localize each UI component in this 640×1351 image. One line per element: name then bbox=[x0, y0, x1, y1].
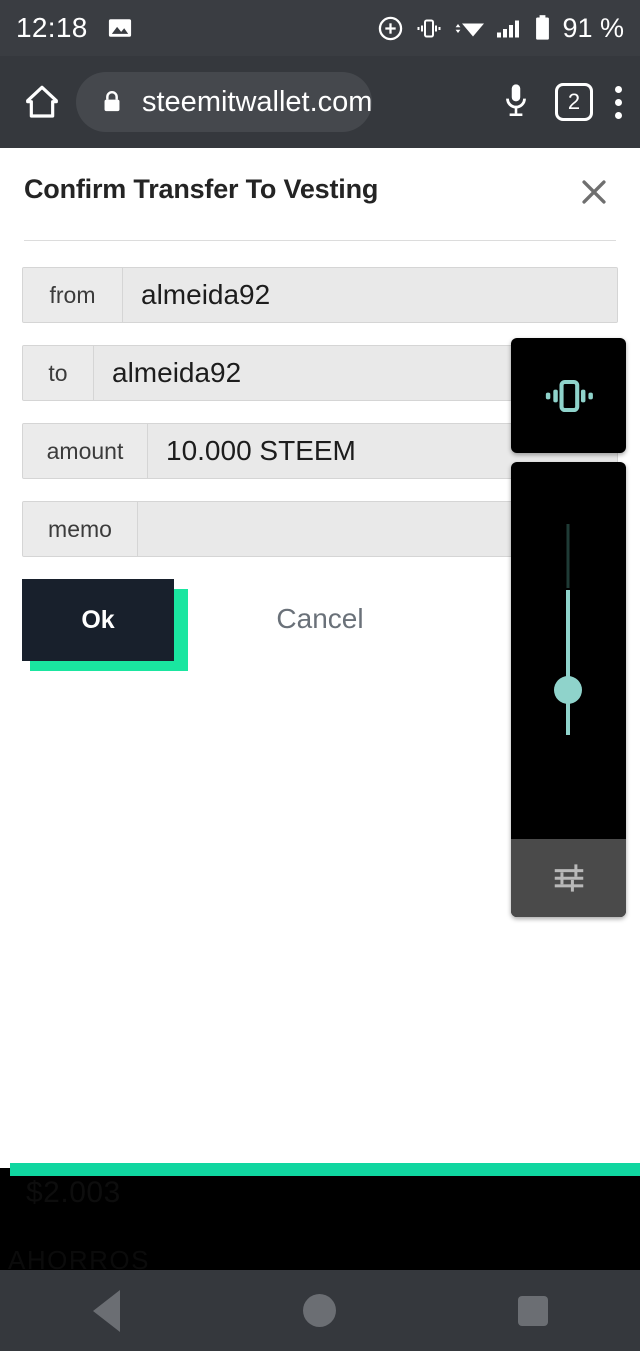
field-value-from: almeida92 bbox=[123, 268, 617, 322]
dialog-close-button[interactable] bbox=[572, 170, 616, 214]
volume-slider-thumb[interactable] bbox=[554, 676, 582, 704]
overflow-menu-icon-dot bbox=[615, 111, 622, 119]
nav-back-button[interactable] bbox=[62, 1270, 152, 1351]
phone-screen: 12:18 91 % steemitwallet.com 2 Confirm T… bbox=[0, 0, 640, 1351]
tab-counter-button[interactable]: 2 bbox=[555, 83, 593, 121]
image-icon bbox=[108, 19, 131, 37]
url-bar[interactable]: steemitwallet.com bbox=[76, 72, 372, 132]
overflow-menu-button[interactable] bbox=[615, 85, 622, 119]
lock-icon bbox=[98, 88, 126, 116]
nav-home-button[interactable] bbox=[275, 1270, 365, 1351]
home-circle-icon bbox=[303, 1294, 337, 1327]
ringer-mode-button[interactable] bbox=[511, 338, 626, 453]
dialog-title: Confirm Transfer To Vesting bbox=[24, 174, 379, 204]
volume-track-background bbox=[566, 524, 570, 588]
sound-settings-sliders-icon bbox=[554, 864, 583, 892]
overflow-menu-icon-dot bbox=[615, 85, 622, 93]
close-icon bbox=[582, 180, 606, 204]
field-label-amount: amount bbox=[23, 424, 148, 478]
wifi-icon bbox=[456, 23, 485, 36]
alarm-plus-icon bbox=[379, 16, 403, 40]
url-text: steemitwallet.com bbox=[142, 85, 372, 118]
status-clock: 12:18 bbox=[16, 12, 88, 43]
status-bar: 12:18 91 % bbox=[0, 0, 640, 56]
volume-track-fill bbox=[566, 590, 570, 735]
field-row-from: from almeida92 bbox=[22, 267, 618, 323]
toolbar-actions: 2 bbox=[499, 81, 626, 124]
vibrate-icon bbox=[417, 19, 441, 37]
nav-recents-button[interactable] bbox=[488, 1270, 578, 1351]
recents-square-icon bbox=[518, 1295, 549, 1326]
field-label-memo: memo bbox=[23, 502, 138, 556]
vibrate-icon bbox=[545, 379, 593, 412]
overflow-menu-icon-dot bbox=[615, 98, 622, 106]
dialog-header: Confirm Transfer To Vesting bbox=[0, 148, 640, 214]
accent-teal-bar bbox=[10, 1163, 640, 1176]
field-label-to: to bbox=[23, 346, 94, 400]
browser-toolbar: steemitwallet.com 2 bbox=[0, 56, 640, 148]
background-amount-text: $2.003 bbox=[26, 1176, 121, 1209]
back-triangle-icon bbox=[93, 1289, 121, 1332]
cell-signal-icon bbox=[497, 20, 520, 37]
microphone-button[interactable] bbox=[499, 81, 533, 124]
android-navigation-bar bbox=[0, 1270, 640, 1351]
status-system-icons: 91 % bbox=[377, 13, 624, 44]
field-label-from: from bbox=[23, 268, 123, 322]
media-volume-slider-card[interactable] bbox=[511, 462, 626, 917]
battery-icon bbox=[536, 15, 550, 40]
home-icon bbox=[26, 85, 58, 118]
sound-settings-button[interactable] bbox=[511, 839, 626, 917]
microphone-icon bbox=[506, 83, 526, 116]
volume-panel bbox=[511, 338, 626, 917]
status-notification-icons bbox=[106, 14, 134, 42]
tab-count-label: 2 bbox=[567, 89, 581, 114]
battery-percentage: 91 % bbox=[562, 12, 624, 43]
home-button[interactable] bbox=[14, 74, 70, 130]
